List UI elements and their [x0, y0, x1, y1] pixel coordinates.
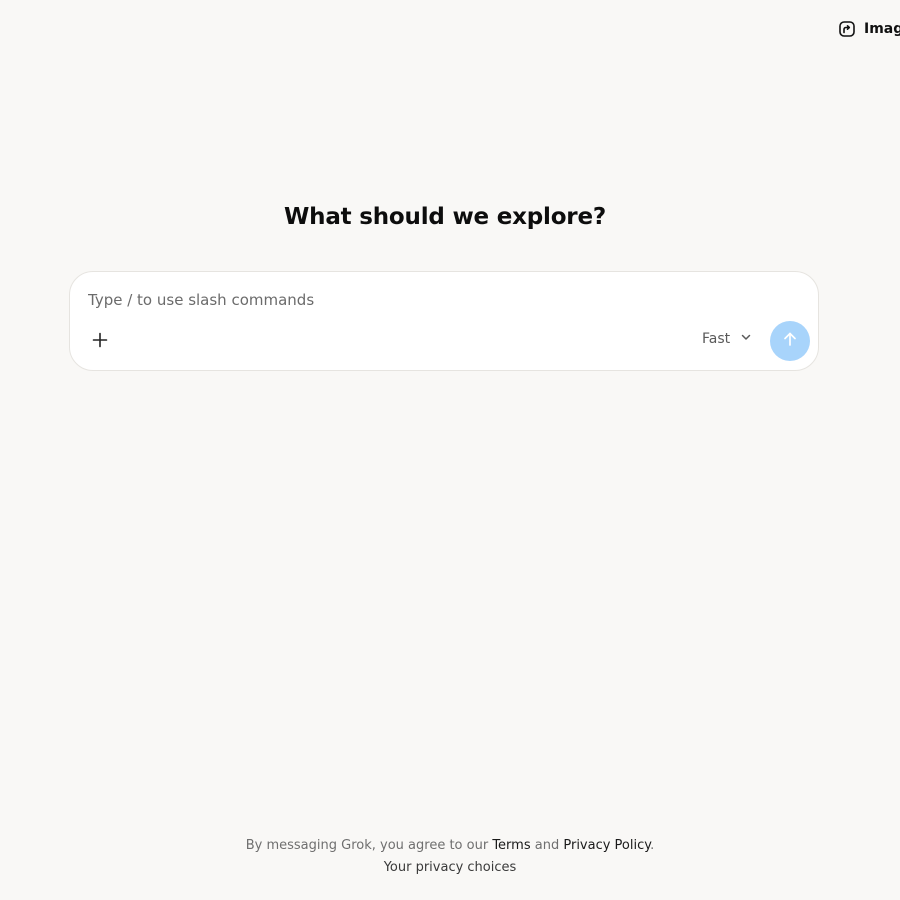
terms-notice: By messaging Grok, you agree to our Term… — [0, 835, 900, 857]
page: Imagine What should we explore? Fast — [0, 0, 900, 900]
page-title: What should we explore? — [284, 204, 606, 230]
agreement-text: By messaging Grok, you agree to our — [245, 838, 489, 853]
privacy-choices-link[interactable]: Your privacy choices — [384, 860, 517, 875]
model-select[interactable]: Fast — [702, 331, 752, 347]
imagine-label: Imagine — [864, 21, 900, 37]
and-text: and — [534, 838, 560, 853]
composer: Fast — [69, 271, 819, 371]
terms-link[interactable]: Terms — [492, 838, 530, 853]
privacy-policy-link[interactable]: Privacy Policy — [563, 838, 650, 853]
arrow-up-icon — [782, 331, 798, 351]
attach-button[interactable] — [87, 329, 113, 355]
plus-icon — [92, 332, 108, 352]
imagine-link[interactable]: Imagine — [838, 20, 900, 38]
period-text: . — [650, 838, 655, 853]
chevron-down-icon — [740, 331, 752, 347]
model-select-label: Fast — [702, 331, 731, 347]
prompt-input[interactable] — [88, 288, 788, 312]
imagine-icon — [838, 20, 856, 38]
footer: By messaging Grok, you agree to our Term… — [0, 835, 900, 879]
send-button[interactable] — [770, 321, 810, 361]
